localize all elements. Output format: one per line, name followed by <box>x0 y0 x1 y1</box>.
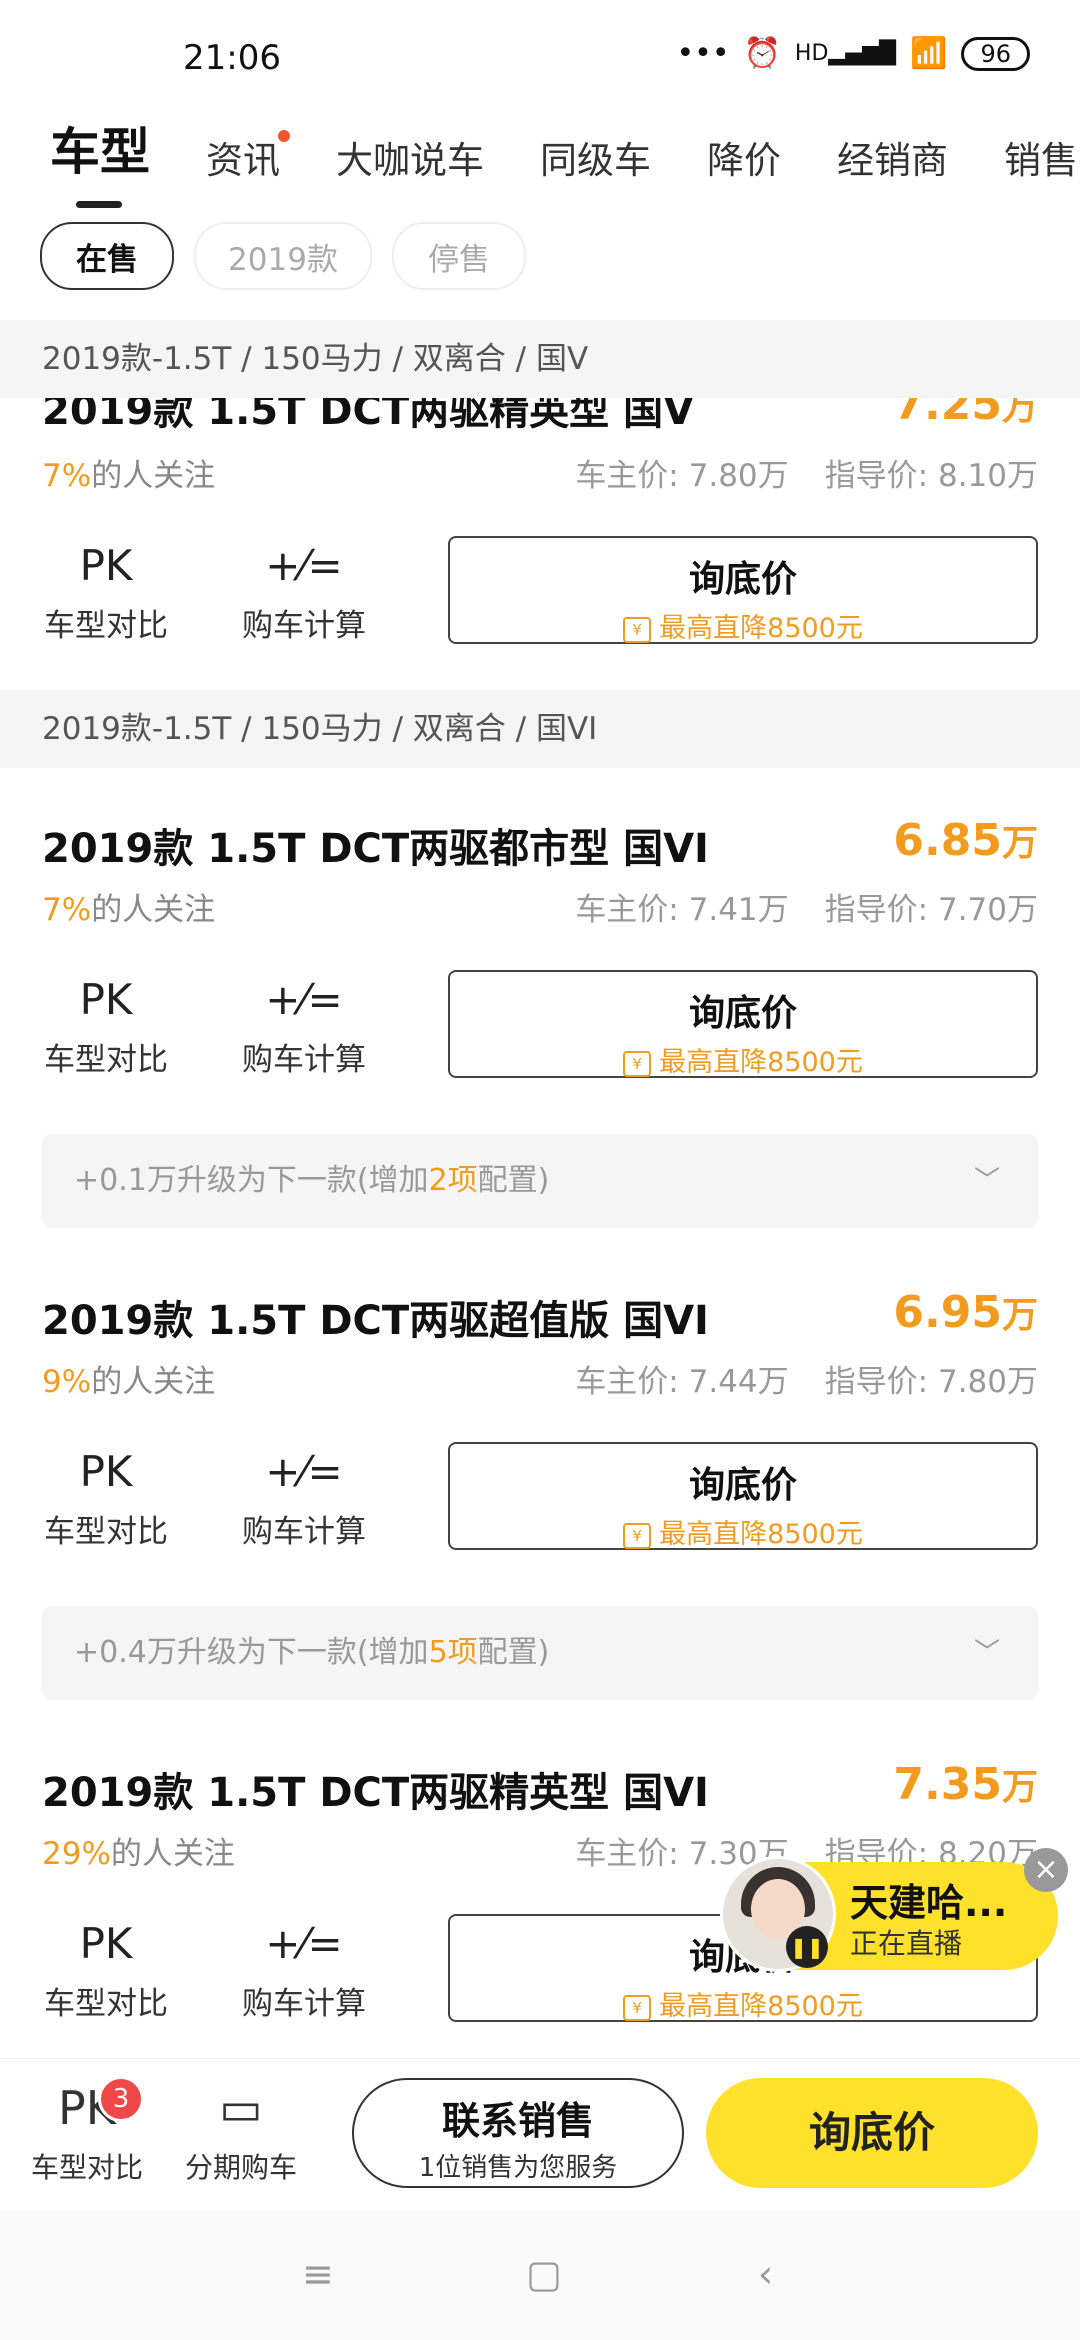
calculator-icon: +⁄= <box>265 975 343 1024</box>
tab-same-class[interactable]: 同级车 <box>540 130 651 184</box>
tab-dealers[interactable]: 经销商 <box>837 130 948 184</box>
upgrade-hint[interactable]: +0.4万升级为下一款(增加5项配置) ﹀ <box>42 1606 1038 1700</box>
installment-button[interactable]: ▭ 分期购车 <box>176 2080 306 2186</box>
attention-rate: 29%的人关注 <box>42 1836 235 1872</box>
ask-lowest-price-button[interactable]: 询底价 <box>706 2078 1038 2188</box>
attention-rate: 9%的人关注 <box>42 1364 216 1400</box>
filter-on-sale[interactable]: 在售 <box>40 222 174 290</box>
price-value: 6.95 <box>893 1287 1002 1338</box>
pk-icon: PK <box>79 975 133 1024</box>
owner-price: 车主价: 7.80万 <box>575 458 789 494</box>
group-header: 2019款-1.5T / 150马力 / 双离合 / 国VI <box>0 690 1080 768</box>
calc-button[interactable]: +⁄= 购车计算 <box>234 540 374 645</box>
chevron-down-icon: ﹀ <box>973 1638 1000 1668</box>
live-audio-icon: ❚❚ <box>786 1926 828 1968</box>
tab-expert-talk[interactable]: 大咖说车 <box>336 130 484 184</box>
close-icon[interactable]: × <box>1024 1848 1068 1892</box>
calc-button[interactable]: +⁄= 购车计算 <box>234 1446 374 1551</box>
price-details: 车主价: 7.80万 指导价: 8.10万 <box>575 450 1038 495</box>
car-title[interactable]: 2019款 1.5T DCT两驱超值版 国VI <box>42 1288 709 1346</box>
guide-price: 指导价: 7.80万 <box>824 1364 1038 1400</box>
compare-button[interactable]: PK 车型对比 <box>36 540 176 645</box>
coupon-icon: ¥ <box>623 1995 652 2021</box>
live-status: 正在直播 <box>850 1927 963 1960</box>
price-unit: 万 <box>1001 823 1038 864</box>
live-stream-bubble[interactable]: ❚❚ 天建哈... 正在直播 <box>720 1856 1058 1972</box>
back-icon[interactable]: ‹ <box>758 2252 773 2296</box>
pk-icon: PK <box>79 541 133 590</box>
ask-price-button[interactable]: 询底价¥最高直降8500元 <box>448 536 1038 644</box>
price-unit: 万 <box>1001 1767 1038 1808</box>
price-details: 车主价: 7.44万 指导价: 7.80万 <box>575 1356 1038 1401</box>
calculator-icon: +⁄= <box>265 1919 343 1968</box>
owner-price: 车主价: 7.44万 <box>575 1364 789 1400</box>
price-details: 车主价: 7.41万 指导价: 7.70万 <box>575 884 1038 929</box>
coupon-icon: ¥ <box>623 1523 652 1549</box>
guide-price: 指导价: 7.70万 <box>824 892 1038 928</box>
calc-button[interactable]: +⁄= 购车计算 <box>234 974 374 1079</box>
car-price: 6.85万 <box>893 814 1038 866</box>
car-title[interactable]: 2019款 1.5T DCT两驱都市型 国VI <box>42 816 709 874</box>
tab-price-drop[interactable]: 降价 <box>707 130 781 184</box>
alarm-icon: ⏰ <box>743 36 781 71</box>
compare-button[interactable]: PK 车型对比 <box>36 1446 176 1551</box>
attention-rate: 7%的人关注 <box>42 458 216 494</box>
upgrade-hint[interactable]: +0.1万升级为下一款(增加2项配置) ﹀ <box>42 1134 1038 1228</box>
battery-indicator: 96 <box>961 36 1030 71</box>
guide-price: 指导价: 8.10万 <box>824 458 1038 494</box>
pk-icon: PK <box>79 1447 133 1496</box>
price-value: 7.35 <box>893 1759 1002 1810</box>
filter-2019[interactable]: 2019款 <box>194 222 372 290</box>
ask-price-button[interactable]: 询底价¥最高直降8500元 <box>448 970 1038 1078</box>
compare-count-badge: 3 <box>98 2076 144 2122</box>
menu-icon[interactable]: ≡ <box>302 2252 334 2296</box>
owner-price: 车主价: 7.41万 <box>575 892 789 928</box>
price-unit: 万 <box>1001 1295 1038 1336</box>
car-price: 7.35万 <box>893 1758 1038 1810</box>
coupon-icon: ¥ <box>623 617 652 643</box>
contact-sales-button[interactable]: 联系销售 1位销售为您服务 <box>352 2078 684 2188</box>
streamer-name: 天建哈... <box>850 1881 1008 1925</box>
status-icons: ••• ⏰ HD▂▄▆█ 📶 96 <box>676 36 1030 71</box>
tab-news-label: 资讯 <box>206 139 280 182</box>
signal-icon: HD▂▄▆█ <box>794 41 897 66</box>
attention-rate: 7%的人关注 <box>42 892 216 928</box>
car-price: 6.95万 <box>893 1286 1038 1338</box>
compare-button[interactable]: PK 车型对比 <box>36 1918 176 2023</box>
dots-icon: ••• <box>676 36 730 71</box>
card-icon: ▭ <box>219 2081 263 2135</box>
pk-icon: PK <box>79 1919 133 1968</box>
chevron-down-icon: ﹀ <box>973 1166 1000 1196</box>
group-header: 2019款-1.5T / 150马力 / 双离合 / 国V <box>0 320 1080 398</box>
compare-button[interactable]: PK 车型对比 <box>36 974 176 1079</box>
tab-bar: 车型 资讯 大咖说车 同级车 降价 经销商 销售 <box>50 112 1080 208</box>
calculator-icon: +⁄= <box>265 1447 343 1496</box>
ask-price-button[interactable]: 询底价¥最高直降8500元 <box>448 1442 1038 1550</box>
home-icon[interactable]: ▢ <box>526 2252 562 2296</box>
filter-discontinued[interactable]: 停售 <box>392 222 526 290</box>
wifi-icon: 📶 <box>910 36 948 71</box>
coupon-icon: ¥ <box>623 1051 652 1077</box>
bottom-compare-button[interactable]: PK 3 车型对比 <box>22 2076 152 2186</box>
unread-dot <box>278 130 290 142</box>
car-title[interactable]: 2019款 1.5T DCT两驱精英型 国VI <box>42 1760 709 1818</box>
tab-sales[interactable]: 销售 <box>1004 130 1078 184</box>
tab-models[interactable]: 车型 <box>50 112 150 208</box>
price-value: 6.85 <box>893 815 1002 866</box>
calc-button[interactable]: +⁄= 购车计算 <box>234 1918 374 2023</box>
status-time: 21:06 <box>183 38 281 78</box>
calculator-icon: +⁄= <box>265 541 343 590</box>
tab-news[interactable]: 资讯 <box>206 130 290 184</box>
